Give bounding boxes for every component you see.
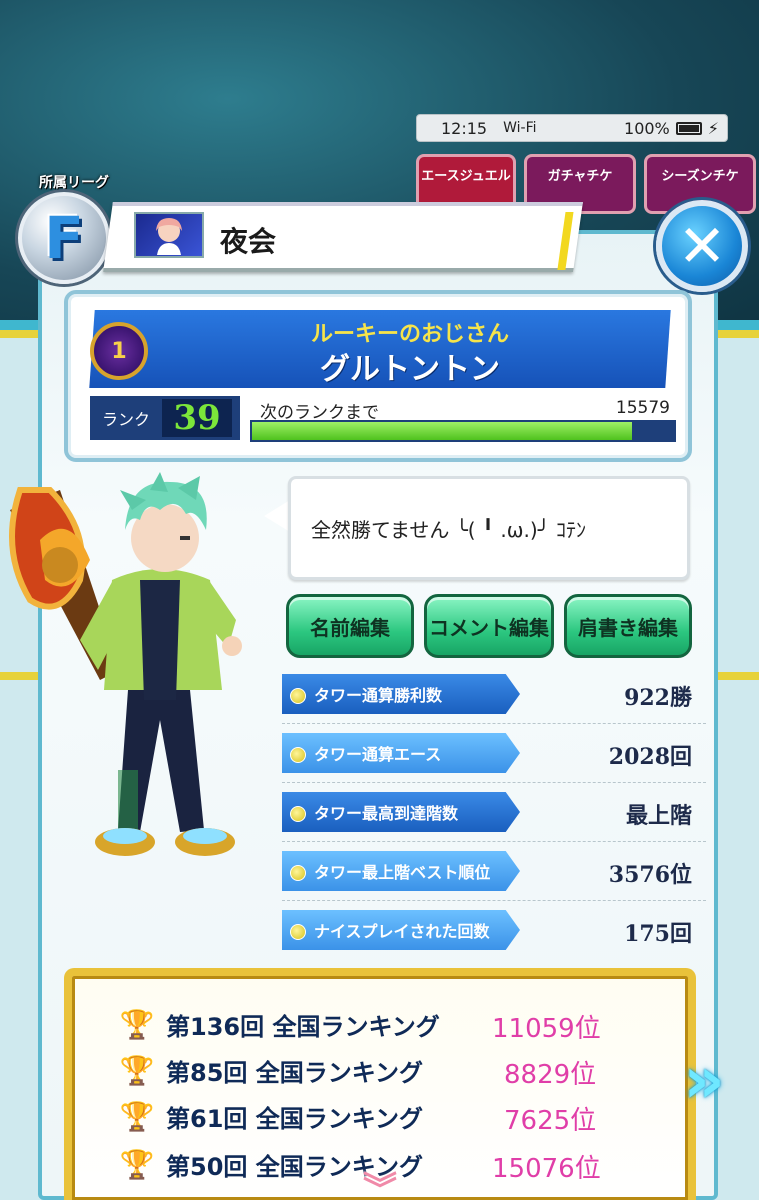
battery-icon (675, 121, 702, 135)
battery-percent: 100% (624, 118, 670, 138)
rank-value: 39 (162, 398, 232, 438)
stat-label: タワー最上階ベスト順位 (282, 851, 520, 891)
trophy-icon: 🏆 (119, 1007, 155, 1041)
stat-row: ナイスプレイされた回数 175回 (282, 908, 706, 954)
ranking-entry: 🏆 第85回 全国ランキング (118, 1050, 423, 1090)
ranking-position: 11059位 (492, 1014, 601, 1044)
stat-value: 2028回 (608, 744, 692, 770)
avatar-portrait-icon (156, 218, 182, 255)
scroll-down-button[interactable]: ︾ (350, 1162, 410, 1200)
character-illustration (9, 472, 242, 856)
stat-row: タワー通算勝利数 922勝 (282, 672, 706, 724)
stat-value: 922勝 (624, 685, 692, 711)
stat-row: タワー通算エース 2028回 (282, 731, 706, 783)
rank-label: ランク (102, 410, 151, 429)
ball-icon (290, 924, 306, 940)
ball-icon (290, 865, 306, 881)
ranking-position: 15076位 (492, 1154, 601, 1184)
divider (282, 723, 706, 724)
stat-label-text: タワー最高到達階数 (314, 804, 459, 823)
device-status-bar: 12:15 Wi-Fi 100% ⚡ (416, 114, 728, 142)
stat-value: 3576位 (608, 862, 692, 888)
ball-icon (290, 688, 306, 704)
rank-medal-icon: 1 (90, 322, 148, 380)
league-emblem: F (18, 192, 110, 284)
chevron-right-icon: » (683, 1044, 725, 1118)
comment-text: 全然勝てません ╰( ╹ .ω.)╯ ｺﾃﾝ (311, 517, 587, 542)
ranking-position: 8829位 (504, 1060, 597, 1090)
status-time: 12:15 (441, 118, 488, 138)
close-icon: ✕ (677, 212, 727, 280)
stat-row: タワー最上階ベスト順位 3576位 (282, 849, 706, 901)
ranking-title: 第136回 全国ランキング (166, 1012, 440, 1041)
next-rank-value: 15579 (615, 398, 670, 418)
stat-label-text: タワー通算エース (314, 745, 442, 764)
bubble-tail (264, 500, 290, 532)
ball-icon (290, 806, 306, 822)
ranking-entry: 🏆 第136回 全国ランキング (118, 1004, 440, 1044)
comment-bubble: 全然勝てません ╰( ╹ .ω.)╯ ｺﾃﾝ (288, 476, 690, 580)
edit-name-button[interactable]: 名前編集 (286, 594, 414, 658)
league-letter: F (44, 204, 84, 272)
trophy-icon: 🏆 (119, 1147, 155, 1181)
name-bar-stripe (557, 212, 574, 270)
charging-icon: ⚡ (707, 118, 719, 138)
title-main-text: グルトントン (320, 352, 500, 387)
stat-label-text: タワー最上階ベスト順位 (314, 863, 491, 882)
ball-icon (290, 747, 306, 763)
next-page-button[interactable]: » (672, 1044, 736, 1118)
stat-label: タワー通算エース (282, 733, 520, 773)
edit-title-button[interactable]: 肩書き編集 (564, 594, 692, 658)
ranking-entry: 🏆 第61回 全国ランキング (118, 1096, 423, 1136)
rank-box: ランク 39 (90, 396, 240, 440)
stat-label: タワー通算勝利数 (282, 674, 520, 714)
status-network: Wi-Fi (503, 120, 537, 136)
divider (282, 900, 706, 901)
title-main: グルトントン (200, 344, 620, 388)
avatar (134, 212, 204, 258)
ranking-title: 第61回 全国ランキング (166, 1104, 424, 1133)
stat-label-text: タワー通算勝利数 (314, 686, 443, 705)
trophy-icon: 🏆 (119, 1053, 155, 1087)
stat-value: 最上階 (625, 803, 692, 829)
stat-row: タワー最高到達階数 最上階 (282, 790, 706, 842)
league-label: 所属リーグ (39, 175, 109, 191)
stat-label: タワー最高到達階数 (282, 792, 520, 832)
edit-comment-button[interactable]: コメント編集 (424, 594, 554, 658)
rank-progress-bar (250, 420, 676, 442)
status-battery: 100% ⚡ (624, 119, 719, 138)
close-button[interactable]: ✕ (656, 200, 748, 292)
ranking-title: 第85回 全国ランキング (166, 1058, 424, 1087)
player-name: 夜会 (220, 220, 276, 260)
chevron-down-icon: ︾ (363, 1170, 397, 1200)
stat-label: ナイスプレイされた回数 (282, 910, 520, 950)
divider (282, 841, 706, 842)
stat-value: 175回 (624, 921, 692, 947)
player-name-text: 夜会 (220, 225, 277, 258)
trophy-icon: 🏆 (119, 1099, 155, 1133)
rank-progress-fill (252, 422, 632, 440)
stat-label-text: ナイスプレイされた回数 (314, 922, 490, 941)
divider (282, 782, 706, 783)
ranking-position: 7625位 (504, 1106, 597, 1136)
